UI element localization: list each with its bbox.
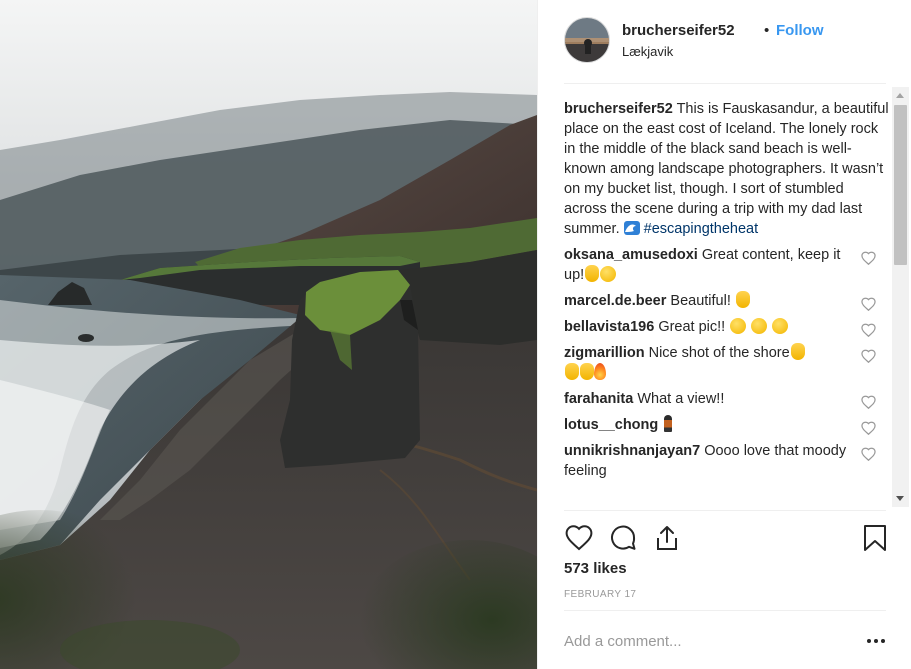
comment-text: Great pic!! <box>654 319 730 335</box>
ok-hand-emoji-icon <box>735 291 750 308</box>
comment-username[interactable]: bellavista196 <box>564 319 654 335</box>
comment-item: oksana_amusedoxi Great content, keep it … <box>564 245 890 285</box>
speech-bubble-icon <box>611 525 636 550</box>
scrollbar-thumb[interactable] <box>894 105 907 265</box>
save-button[interactable] <box>860 523 890 553</box>
post-details-panel: brucherseifer52 • Follow Lækjavik bruche… <box>537 0 911 669</box>
scroll-up-arrow-icon[interactable] <box>896 93 904 98</box>
scroll-down-arrow-icon[interactable] <box>896 496 904 501</box>
comment-text <box>658 417 662 433</box>
comment-username[interactable]: marcel.de.beer <box>564 293 666 309</box>
post-header: brucherseifer52 • Follow Lækjavik <box>564 0 886 84</box>
action-bar <box>564 510 886 560</box>
comment-text: Beautiful! <box>666 293 735 309</box>
hug-face-emoji-icon <box>730 318 747 334</box>
comment-like-heart-icon[interactable] <box>861 421 876 435</box>
heart-outline-icon <box>565 525 593 551</box>
wave-emoji-icon <box>623 221 640 235</box>
post-date: FEBRUARY 17 <box>564 589 637 600</box>
share-button[interactable] <box>652 523 682 553</box>
header-username[interactable]: brucherseifer52 <box>622 22 735 39</box>
comment-item: zigmarillion Nice shot of the shore <box>564 343 890 383</box>
likes-count[interactable]: 573 likes <box>564 560 627 577</box>
caption-text: This is Fauskasandur, a beautiful place … <box>564 101 889 237</box>
rock-hand-emoji-icon <box>585 265 600 282</box>
avatar-image <box>565 18 609 62</box>
comment-username[interactable]: lotus__chong <box>564 417 658 433</box>
comment-like-heart-icon[interactable] <box>861 395 876 409</box>
comment-button[interactable] <box>608 523 638 553</box>
follow-button[interactable]: Follow <box>776 22 824 39</box>
share-upload-icon <box>657 526 677 550</box>
comment-like-heart-icon[interactable] <box>861 447 876 461</box>
thumbs-up-emoji-icon <box>790 343 805 360</box>
fire-emoji-icon <box>594 363 606 380</box>
post-photo[interactable] <box>0 0 537 669</box>
comment-username[interactable]: unnikrishnanjayan7 <box>564 443 700 459</box>
comment-text: What a view!! <box>633 391 725 407</box>
hashtag-link[interactable]: #escapingtheheat <box>644 221 759 237</box>
avatar[interactable] <box>564 17 610 63</box>
comment-username[interactable]: oksana_amusedoxi <box>564 247 698 263</box>
walking-person-emoji-icon <box>664 415 673 432</box>
separator-dot: • <box>764 22 770 39</box>
comment-item: bellavista196 Great pic!! <box>564 317 890 337</box>
comment-item: unnikrishnanjayan7 Oooo love that moody … <box>564 441 890 481</box>
hug-face-emoji-icon <box>772 318 789 334</box>
thumbs-up-emoji-icon <box>565 363 579 380</box>
comment-item: lotus__chong <box>564 415 890 435</box>
comment-like-heart-icon[interactable] <box>861 251 876 265</box>
location-link[interactable]: Lækjavik <box>622 44 673 59</box>
wink-face-emoji-icon <box>600 266 617 282</box>
thumbs-up-emoji-icon <box>580 363 594 380</box>
caption-username[interactable]: brucherseifer52 <box>564 101 673 117</box>
instagram-post: brucherseifer52 • Follow Lækjavik bruche… <box>0 0 911 669</box>
comment-text: Nice shot of the shore <box>644 345 790 361</box>
comment-item: marcel.de.beer Beautiful! <box>564 291 890 311</box>
more-dots-icon[interactable] <box>866 631 886 651</box>
hug-face-emoji-icon <box>751 318 768 334</box>
comment-item: farahanita What a view!! <box>564 389 890 409</box>
comment-username[interactable]: farahanita <box>564 391 633 407</box>
landscape-image <box>0 0 537 669</box>
comment-like-heart-icon[interactable] <box>861 297 876 311</box>
add-comment-section <box>564 610 886 669</box>
comments-scrollbar[interactable] <box>892 87 909 507</box>
like-button[interactable] <box>564 523 594 553</box>
comment-like-heart-icon[interactable] <box>861 349 876 363</box>
comments-list[interactable]: brucherseifer52 This is Fauskasandur, a … <box>564 99 890 509</box>
post-caption: brucherseifer52 This is Fauskasandur, a … <box>564 99 890 239</box>
add-comment-input[interactable] <box>564 629 834 653</box>
bookmark-icon <box>864 525 886 551</box>
comment-like-heart-icon[interactable] <box>861 323 876 337</box>
comment-username[interactable]: zigmarillion <box>564 345 645 361</box>
